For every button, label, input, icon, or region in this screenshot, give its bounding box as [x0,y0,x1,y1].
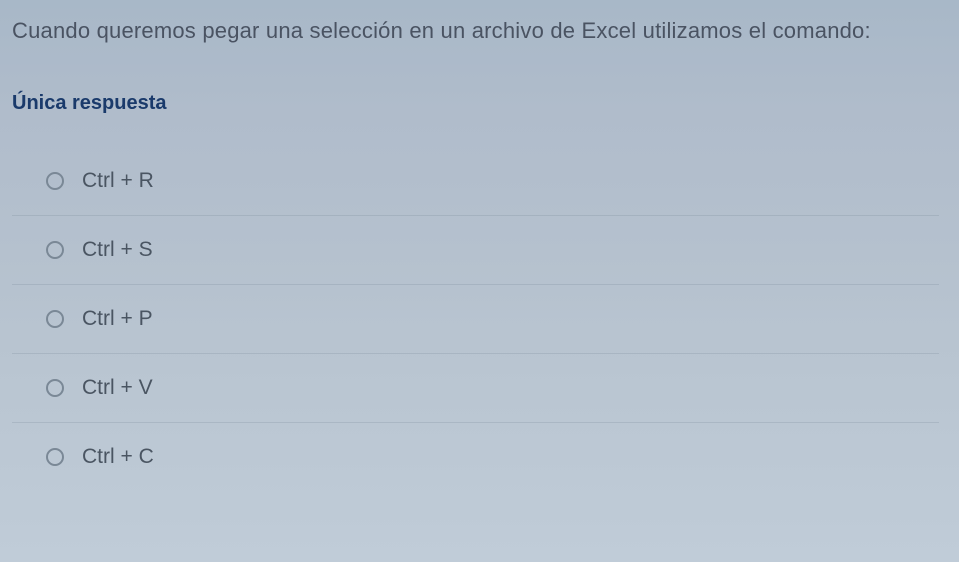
option-row[interactable]: Ctrl + C [12,423,939,469]
answer-type-label: Única respuesta [12,92,939,115]
options-list: Ctrl + R Ctrl + S Ctrl + P Ctrl + V Ctrl… [12,147,939,469]
option-label: Ctrl + V [82,376,153,400]
question-text: Cuando queremos pegar una selección en u… [12,18,939,44]
radio-icon[interactable] [46,310,64,328]
option-label: Ctrl + C [82,445,154,469]
option-label: Ctrl + S [82,238,153,262]
option-label: Ctrl + P [82,307,153,331]
radio-icon[interactable] [46,448,64,466]
option-row[interactable]: Ctrl + P [12,285,939,354]
radio-icon[interactable] [46,379,64,397]
radio-icon[interactable] [46,172,64,190]
option-row[interactable]: Ctrl + S [12,216,939,285]
option-row[interactable]: Ctrl + R [12,147,939,216]
option-row[interactable]: Ctrl + V [12,354,939,423]
radio-icon[interactable] [46,241,64,259]
option-label: Ctrl + R [82,169,154,193]
